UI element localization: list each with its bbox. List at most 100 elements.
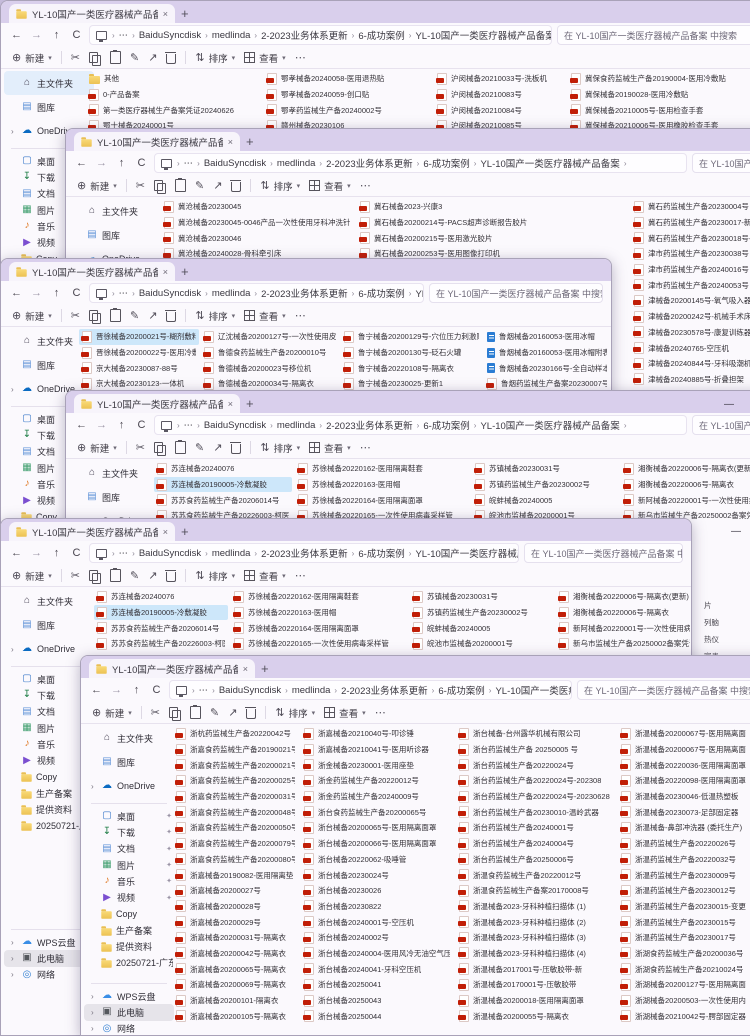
delete-icon[interactable] <box>166 312 176 322</box>
delete-icon[interactable] <box>166 572 176 582</box>
delete-icon[interactable] <box>246 709 256 719</box>
file-item[interactable]: 浙温械备20170001号-压敏胶带 <box>456 977 615 993</box>
file-item[interactable]: 浙嘉械备20200027号 <box>173 883 298 899</box>
new-tab-button[interactable]: + <box>246 397 254 410</box>
paste-icon[interactable] <box>190 706 201 719</box>
minimize-button[interactable]: — <box>724 399 734 410</box>
file-item[interactable]: 沪闵械备20210033号-洗板机 <box>434 71 564 87</box>
file-item[interactable]: 浙温械备20220098-医用隔离面罩 <box>618 773 749 789</box>
file-item[interactable]: 浙嘉械备20200029号 <box>173 914 298 930</box>
refresh-button[interactable]: C <box>134 419 149 431</box>
up-button[interactable]: ↑ <box>49 29 64 41</box>
file-item[interactable]: 浙温械备2023-牙科种植扫描体 (3) <box>456 930 615 946</box>
cut-icon[interactable]: ✂ <box>71 309 80 322</box>
breadcrumb-segment[interactable]: BaiduSyncdisk <box>139 30 201 41</box>
file-item[interactable]: 浙嘉械备20200042号-隔离衣 <box>173 946 298 962</box>
new-button[interactable]: ⊕ 新建 ▾ <box>77 441 117 455</box>
file-item[interactable]: 冀沧械备20230045 <box>161 199 353 215</box>
file-item[interactable]: 冀保械备20210005号-医用检查手套 <box>568 102 750 118</box>
refresh-button[interactable]: C <box>69 29 84 41</box>
file-item[interactable]: 苏连械备20240076 <box>154 461 292 477</box>
file-item[interactable]: 列脑 <box>701 614 745 631</box>
file-item[interactable]: 浙温械备2017001号-压敏胶带-新 <box>456 961 615 977</box>
up-button[interactable]: ↑ <box>114 419 129 431</box>
search-input[interactable]: 在 YL-10国产一类医疗器械产品备案 中搜索 <box>577 680 750 700</box>
breadcrumb-segment[interactable]: 2-2023业务体系更新 <box>326 418 413 432</box>
rename-icon[interactable]: ✎ <box>130 309 139 322</box>
breadcrumb-ellipsis[interactable]: ⋯ <box>199 685 209 696</box>
file-item[interactable]: 冀石药监械生产备20230004号 <box>631 199 750 215</box>
file-item[interactable]: 津械备20230578号-康复训练器 <box>631 325 750 341</box>
file-item[interactable]: 苏镇械备20230031号 <box>410 589 553 605</box>
file-item[interactable]: 浙台械备20200066号-医用隔离面罩 <box>301 836 453 852</box>
share-icon[interactable]: ↗ <box>148 569 157 582</box>
file-item[interactable]: 浙台药监械生产备20240004号 <box>456 836 615 852</box>
breadcrumb-segment[interactable]: medlinda <box>277 158 316 169</box>
breadcrumb[interactable]: › ⋯ › BaiduSyncdisk›medlinda›2-2023业务体系更… <box>154 415 687 435</box>
breadcrumb-segment[interactable]: 6-成功案例 <box>358 28 404 42</box>
paste-icon[interactable] <box>110 309 121 322</box>
file-item[interactable]: 浙台械备20250041 <box>301 977 453 993</box>
file-item[interactable]: 晋徐械备20200022号-医用冷敷贴 <box>79 345 199 361</box>
rename-icon[interactable]: ✎ <box>195 441 204 454</box>
file-item[interactable]: 浙温械备2023-牙科种植扫描体 (4) <box>456 946 615 962</box>
file-item[interactable]: 浙台械备20240004-医用风冷无油空气压缩机 <box>301 946 453 962</box>
file-item[interactable]: 苏镇药监械生产备20230002号 <box>410 605 553 621</box>
file-item[interactable]: 浙台药监械生产备20220024号-202308 <box>456 773 615 789</box>
file-item[interactable]: 浙湖械备20200503-一次性使用内窥镜护理包 <box>618 993 749 1009</box>
file-item[interactable]: 浙温械备20230046-低温热塑板 <box>618 789 749 805</box>
file-item[interactable]: 冀沧械备20230046 <box>161 230 353 246</box>
file-item[interactable]: 浙温械备20200067号-医用隔离面罩-新 <box>618 742 749 758</box>
breadcrumb-segment[interactable]: BaiduSyncdisk <box>139 548 201 559</box>
file-item[interactable]: 浙台械备20230026 <box>301 883 453 899</box>
more-options-button[interactable]: ⋯ <box>295 309 306 322</box>
file-item[interactable]: 其他 <box>86 71 262 87</box>
file-item[interactable]: 浙温械备-鼻部冲洗器 (委托生产) <box>618 820 749 836</box>
file-item[interactable]: 新乌市监械生产备20250002备案凭证 <box>556 636 691 652</box>
file-item[interactable]: 浙台药监械生产备 20250005 号 <box>456 742 615 758</box>
new-tab-button[interactable]: + <box>181 7 189 20</box>
close-tab-icon[interactable]: × <box>163 9 168 19</box>
breadcrumb-segment[interactable]: 2-2023业务体系更新 <box>326 156 413 170</box>
cut-icon[interactable]: ✂ <box>136 179 145 192</box>
file-item[interactable]: 片 <box>701 597 745 614</box>
file-item[interactable]: 津市药监械生产备20240016号 <box>631 262 750 278</box>
file-item[interactable]: 浙嘉食药监械生产备20200048号 <box>173 804 298 820</box>
view-button[interactable]: 查看 ▾ <box>324 706 366 720</box>
cut-icon[interactable]: ✂ <box>151 706 160 719</box>
sort-button[interactable]: ⇅ 排序 ▾ <box>275 706 315 720</box>
file-item[interactable]: 鲁烟械备20160053-医用冰帽附表 <box>484 345 610 361</box>
file-item[interactable]: 浙台药监械生产备20240001号 <box>456 820 615 836</box>
file-item[interactable]: 皖池市监械备20200001号 <box>410 636 553 652</box>
file-item[interactable]: 浙温药监械生产备20230015号 <box>618 914 749 930</box>
breadcrumb-ellipsis[interactable]: ⋯ <box>119 288 129 299</box>
file-item[interactable]: 浙台械备20230822 <box>301 899 453 915</box>
file-item[interactable]: 鲁烟械备20230166号-全自动样本处理系统 <box>484 360 610 376</box>
file-item[interactable]: 湘衡械备20220006号-隔离衣(更新) <box>556 589 691 605</box>
copy-icon[interactable] <box>154 442 163 453</box>
file-item[interactable]: 鲁德械备20200023号移位机 <box>201 360 339 376</box>
breadcrumb-segment[interactable]: medlinda <box>212 288 251 299</box>
new-tab-button[interactable]: + <box>261 662 269 675</box>
file-item[interactable]: 冀石械备2023-兴康3 <box>357 199 615 215</box>
share-icon[interactable]: ↗ <box>148 51 157 64</box>
refresh-button[interactable]: C <box>134 157 149 169</box>
file-item[interactable]: 浙温械备20200067号-医用隔离面罩 <box>618 726 749 742</box>
file-item[interactable]: 浙温械备20230073-足部固定器 <box>618 804 749 820</box>
search-input[interactable]: 在 YL-10国产一类医疗器械产品备案 中搜索 <box>524 543 683 563</box>
file-item[interactable]: 津械备20200242号-机械手术床 <box>631 309 750 325</box>
file-item[interactable]: 浙嘉食药监械生产备20200031号 <box>173 789 298 805</box>
sort-button[interactable]: ⇅ 排序 ▾ <box>195 51 235 65</box>
file-item[interactable]: 沪闵械备20210084号 <box>434 102 564 118</box>
breadcrumb-segment[interactable]: medlinda <box>277 420 316 431</box>
share-icon[interactable]: ↗ <box>148 309 157 322</box>
paste-icon[interactable] <box>110 51 121 64</box>
file-item[interactable]: 苏苏食药监械生产备20226003-柯医人 <box>94 636 228 652</box>
back-button[interactable]: ← <box>9 29 24 41</box>
file-item[interactable]: 皖蚌械备20240005 <box>472 492 618 508</box>
file-item[interactable]: 浙金械备20230001-医用座垫 <box>301 757 453 773</box>
forward-button[interactable]: → <box>94 419 109 431</box>
new-tab-button[interactable]: + <box>246 135 254 148</box>
file-item[interactable]: 浙台械备-台州露华机械有限公司 <box>456 726 615 742</box>
breadcrumb-segment[interactable]: 6-成功案例 <box>438 683 484 697</box>
